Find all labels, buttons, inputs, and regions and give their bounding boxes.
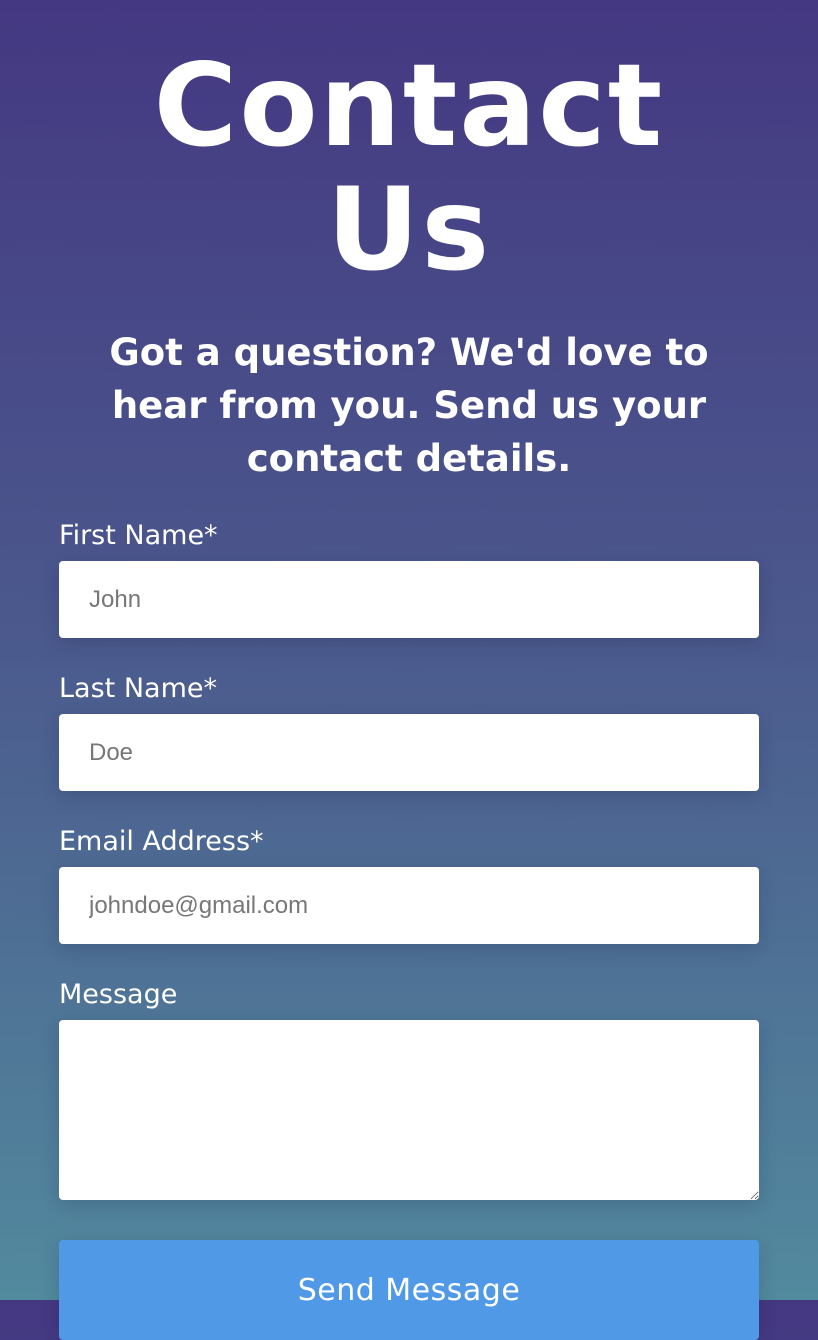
message-textarea[interactable] [59,1020,759,1200]
email-label: Email Address* [59,826,264,857]
first-name-field-group: First Name* [59,519,759,638]
email-input[interactable] [59,867,759,944]
last-name-input[interactable] [59,714,759,791]
page-title: Contact Us [153,39,665,296]
last-name-field-group: Last Name* [59,672,759,791]
last-name-label: Last Name* [59,673,217,704]
first-name-label: First Name* [59,520,218,551]
first-name-input[interactable] [59,561,759,638]
page-subtitle: Got a question? We'd love to hear from y… [109,331,709,480]
message-label: Message [59,979,178,1010]
email-field-group: Email Address* [59,825,759,944]
message-field-group: Message [59,978,759,1200]
contact-form: First Name* Last Name* Email Address* Me… [59,519,759,1340]
send-message-button[interactable]: Send Message [59,1240,759,1340]
contact-page: Contact Us Got a question? We'd love to … [59,0,759,1340]
